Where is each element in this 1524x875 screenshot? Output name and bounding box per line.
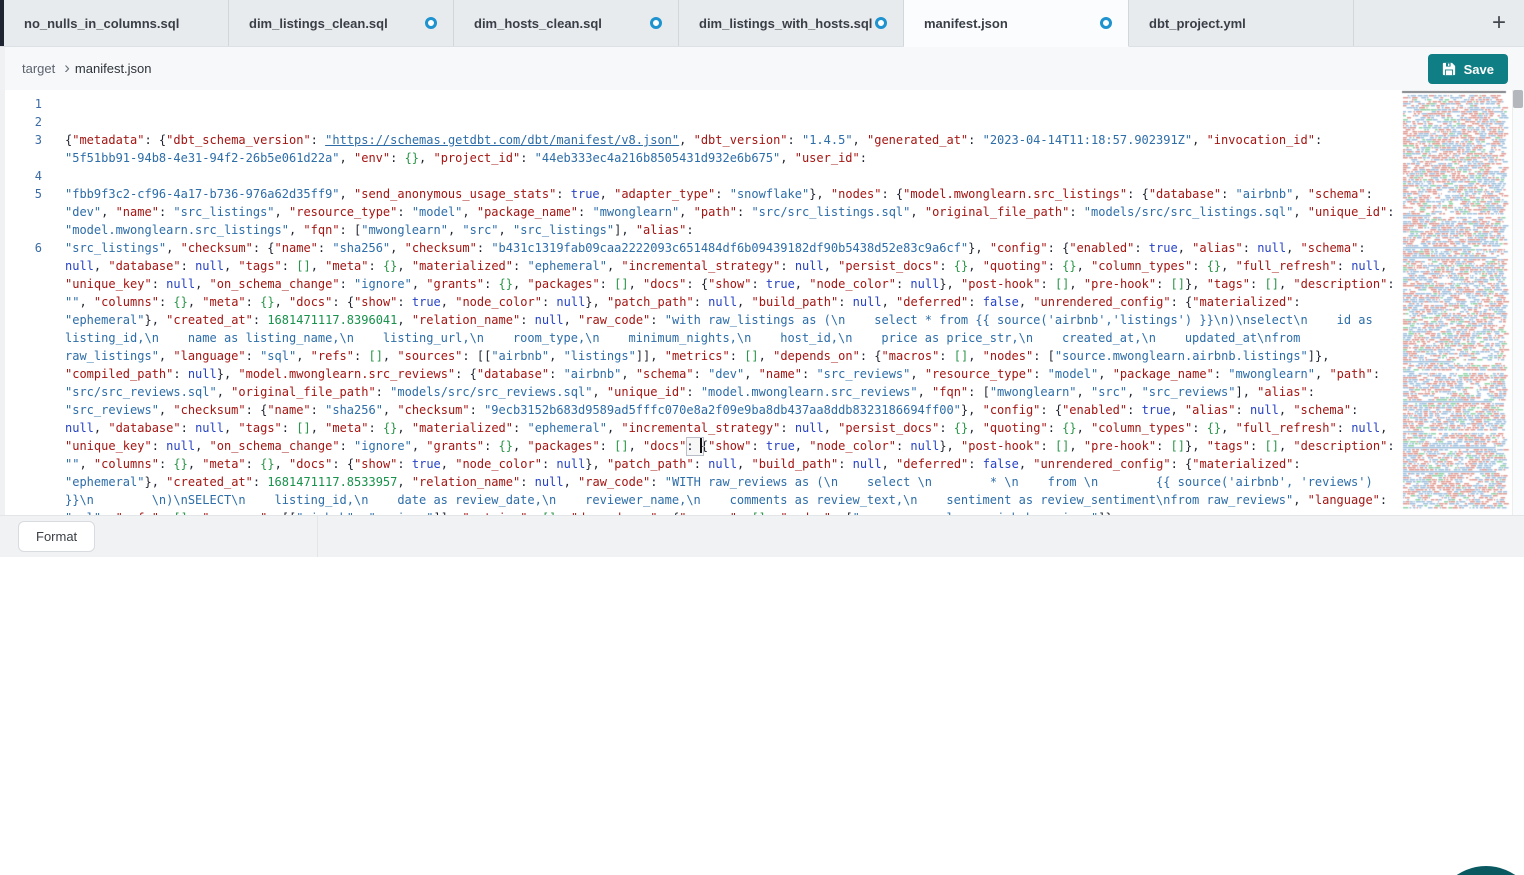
save-button[interactable]: Save [1428,54,1508,84]
tab-dbt-project-yml[interactable]: dbt_project.yml [1129,0,1354,46]
code-editor[interactable]: 123{"metadata": {"dbt_schema_version": "… [0,90,1524,515]
breadcrumb-file: manifest.json [75,61,152,76]
vertical-scrollbar[interactable] [1512,90,1524,515]
tab-no-nulls-in-columns[interactable]: no_nulls_in_columns.sql [4,0,229,46]
tab-label: manifest.json [924,16,1008,31]
footer-divider [317,516,318,558]
tab-label: dim_listings_clean.sql [249,16,388,31]
tab-manifest-json[interactable]: manifest.json [904,0,1129,47]
text-cursor [700,438,702,453]
code-text [42,167,1395,185]
panel-edge-strip [0,47,5,557]
line-number: 3 [0,131,42,167]
code-line: 1 [0,95,1524,113]
line-number: 4 [0,167,42,185]
new-tab-button[interactable]: + [1488,11,1510,35]
scrollbar-thumb[interactable] [1513,90,1523,108]
tab-dim-listings-clean[interactable]: dim_listings_clean.sql [229,0,454,46]
line-number: 1 [0,95,42,113]
breadcrumb-bar: target › manifest.json Save [0,47,1524,90]
code-line: 6"src_listings", "checksum": {"name": "s… [0,239,1524,515]
minimap[interactable] [1400,90,1512,512]
help-chat-bubble-button[interactable] [1434,866,1524,875]
tab-label: no_nulls_in_columns.sql [24,16,179,31]
line-number: 2 [0,113,42,131]
breadcrumb-folder: target [22,61,55,76]
chevron-right-icon: › [64,58,70,78]
tab-label: dim_listings_with_hosts.sql [699,16,872,31]
code-text: "src_listings", "checksum": {"name": "sh… [42,239,1395,515]
tab-modified-indicator-icon[interactable] [1100,17,1112,29]
tab-bar-spacer: + [1354,0,1524,46]
code-text: "fbb9f3c2-cf96-4a17-b736-976a62d35ff9", … [42,185,1395,239]
tab-modified-indicator-icon[interactable] [875,17,887,29]
code-text: {"metadata": {"dbt_schema_version": "htt… [42,131,1395,167]
code-line: 4 [0,167,1524,185]
code-text [42,95,1395,113]
line-number: 6 [0,239,42,515]
results-panel-empty [0,557,1524,875]
format-button[interactable]: Format [18,521,95,552]
code-line: 2 [0,113,1524,131]
tab-dim-listings-with-hosts[interactable]: dim_listings_with_hosts.sql [679,0,904,46]
code-line: 3{"metadata": {"dbt_schema_version": "ht… [0,131,1524,167]
editor-footer-bar: Format [0,515,1524,557]
code-line: 5"fbb9f3c2-cf96-4a17-b736-976a62d35ff9",… [0,185,1524,239]
code-lines: 123{"metadata": {"dbt_schema_version": "… [0,95,1524,515]
floppy-disk-icon [1442,62,1456,76]
tab-modified-indicator-icon[interactable] [425,17,437,29]
tab-modified-indicator-icon[interactable] [650,17,662,29]
tab-bar: no_nulls_in_columns.sql dim_listings_cle… [0,0,1524,47]
tab-dim-hosts-clean[interactable]: dim_hosts_clean.sql [454,0,679,46]
tab-label: dbt_project.yml [1149,16,1246,31]
code-text [42,113,1395,131]
line-number: 5 [0,185,42,239]
save-button-label: Save [1464,62,1494,77]
tab-label: dim_hosts_clean.sql [474,16,602,31]
